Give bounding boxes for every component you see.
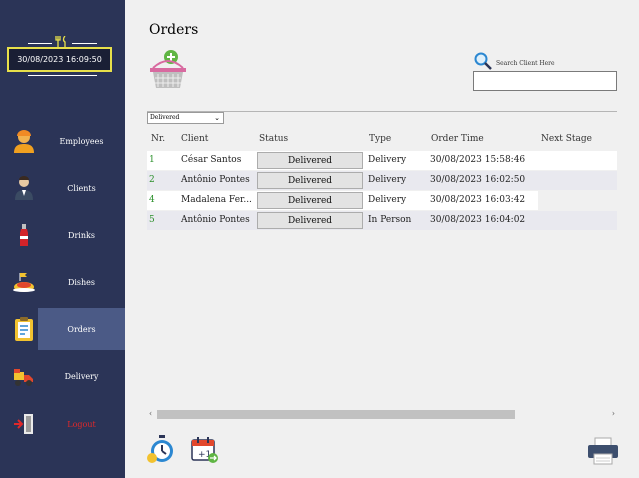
sidebar-item-delivery[interactable]: Delivery xyxy=(0,355,125,397)
logo-divider xyxy=(28,75,97,76)
sidebar-item-label: Employees xyxy=(59,136,104,146)
status-button[interactable]: Delivered xyxy=(257,172,363,189)
employee-icon xyxy=(12,128,36,154)
add-basket-icon xyxy=(149,50,187,96)
printer-icon xyxy=(587,437,619,469)
sidebar-item-label: Dishes xyxy=(67,277,96,287)
sidebar-item-label: Drinks xyxy=(68,230,95,240)
order-time: 30/08/2023 16:02:50 xyxy=(430,175,526,185)
order-type: Delivery xyxy=(368,195,407,205)
sidebar-item-label: Clients xyxy=(67,183,96,193)
table-row[interactable]: 1 César Santos Delivered Delivery 30/08/… xyxy=(147,151,617,170)
order-nr: 5 xyxy=(149,215,155,225)
horizontal-scrollbar[interactable]: ‹ › xyxy=(147,409,617,420)
order-type: In Person xyxy=(368,215,412,225)
dish-icon xyxy=(12,269,36,295)
order-nr: 2 xyxy=(149,175,155,185)
order-client: Madalena Fer... xyxy=(181,195,252,205)
scrollbar-thumb[interactable] xyxy=(157,410,515,419)
table-row[interactable]: 2 Antônio Pontes Delivered Delivery 30/0… xyxy=(147,171,617,190)
table-row[interactable]: 4 Madalena Fer... Delivered Delivery 30/… xyxy=(147,191,538,210)
column-header[interactable]: Nr. xyxy=(151,134,165,144)
logout-button[interactable]: Logout xyxy=(0,403,125,445)
status-button[interactable]: Delivered xyxy=(257,152,363,169)
clipboard-icon xyxy=(12,316,36,342)
search-icon xyxy=(474,52,492,70)
datetime-display: 30/08/2023 16:09:50 xyxy=(7,47,112,72)
new-order-button[interactable] xyxy=(149,48,187,92)
timer-button[interactable] xyxy=(146,434,176,464)
sidebar-item-label: Orders xyxy=(67,324,96,334)
order-time: 30/08/2023 16:03:42 xyxy=(430,195,526,205)
order-type: Delivery xyxy=(368,155,407,165)
stopwatch-icon xyxy=(146,435,176,468)
status-filter-value: Delivered xyxy=(150,114,180,121)
sidebar-item-orders[interactable]: Orders xyxy=(38,308,125,350)
orders-table[interactable]: Nr. Client Status Type Order Time Next S… xyxy=(147,128,617,420)
status-button[interactable]: Delivered xyxy=(257,192,363,209)
sidebar-item-dishes[interactable]: Dishes xyxy=(0,261,125,303)
sidebar-item-label: Delivery xyxy=(64,371,99,381)
status-filter-dropdown[interactable]: Delivered ⌄ xyxy=(147,112,224,124)
chevron-down-icon: ⌄ xyxy=(214,114,220,122)
sidebar-item-drinks[interactable]: Drinks xyxy=(0,214,125,256)
sidebar-item-clients[interactable]: Clients xyxy=(0,167,125,209)
scroll-left-icon[interactable]: ‹ xyxy=(149,409,152,418)
search-input[interactable] xyxy=(473,71,617,91)
delivery-icon xyxy=(12,363,36,389)
client-icon xyxy=(12,175,36,201)
status-button[interactable]: Delivered xyxy=(257,212,363,229)
order-type: Delivery xyxy=(368,175,407,185)
scroll-right-icon[interactable]: › xyxy=(612,409,615,418)
order-nr: 4 xyxy=(149,195,155,205)
print-button[interactable] xyxy=(587,437,619,465)
logo-divider xyxy=(72,43,97,44)
column-header[interactable]: Client xyxy=(181,134,208,144)
order-client: Antônio Pontes xyxy=(181,215,250,225)
sidebar: 30/08/2023 16:09:50 Employees Clients Dr… xyxy=(0,0,125,478)
column-header[interactable]: Status xyxy=(259,134,288,144)
drink-icon xyxy=(12,222,36,248)
sidebar-item-employees[interactable]: Employees xyxy=(0,120,125,162)
column-header[interactable]: Type xyxy=(369,134,391,144)
logout-icon xyxy=(12,411,36,437)
sidebar-item-label: Logout xyxy=(67,419,96,429)
order-time: 30/08/2023 15:58:46 xyxy=(430,155,526,165)
order-client: César Santos xyxy=(181,155,242,165)
order-client: Antônio Pontes xyxy=(181,175,250,185)
calendar-icon: +1 xyxy=(189,437,219,468)
search-label: Search Client Here xyxy=(496,60,555,67)
order-nr: 1 xyxy=(149,155,155,165)
logo-icon xyxy=(55,33,69,48)
table-row[interactable]: 5 Antônio Pontes Delivered In Person 30/… xyxy=(147,211,617,230)
page-title: Orders xyxy=(149,22,199,38)
logo-divider xyxy=(28,43,52,44)
order-time: 30/08/2023 16:04:02 xyxy=(430,215,526,225)
schedule-button[interactable]: +1 xyxy=(189,434,219,464)
column-header[interactable]: Order Time xyxy=(431,134,484,144)
column-header[interactable]: Next Stage xyxy=(541,134,592,144)
